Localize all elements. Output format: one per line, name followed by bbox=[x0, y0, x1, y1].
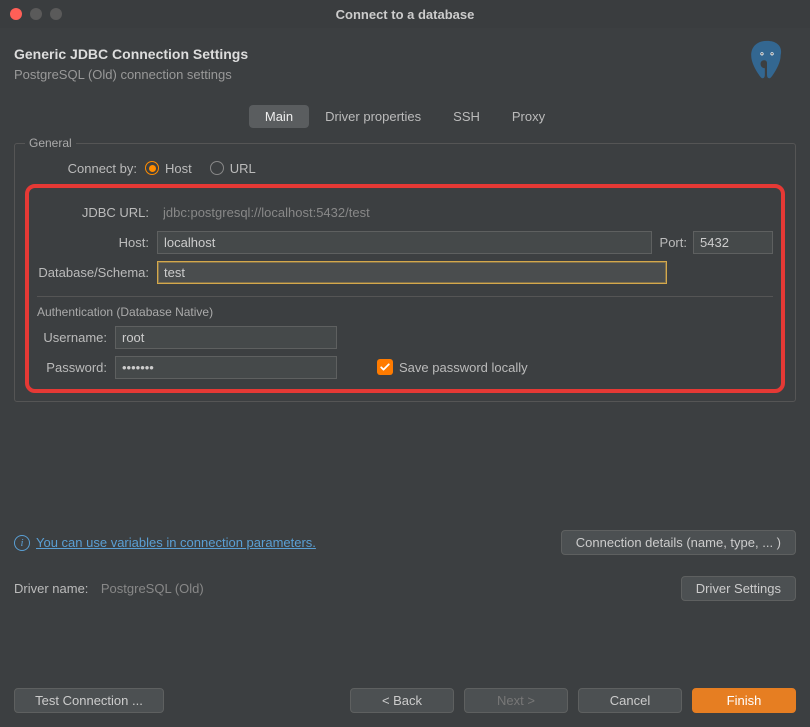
postgresql-logo-icon bbox=[744, 38, 790, 89]
radio-off-icon bbox=[210, 161, 224, 175]
username-field[interactable] bbox=[115, 326, 337, 349]
password-field[interactable] bbox=[115, 356, 337, 379]
connect-by-host-label: Host bbox=[165, 161, 192, 176]
connect-by-label: Connect by: bbox=[25, 161, 145, 176]
dialog-header: Generic JDBC Connection Settings Postgre… bbox=[0, 28, 810, 99]
auth-group: Authentication (Database Native) Usernam… bbox=[37, 296, 773, 379]
port-label: Port: bbox=[660, 235, 687, 250]
database-field[interactable] bbox=[157, 261, 667, 284]
host-label: Host: bbox=[37, 235, 157, 250]
minimize-window-icon bbox=[30, 8, 42, 20]
auth-legend: Authentication (Database Native) bbox=[37, 305, 773, 319]
driver-name-label: Driver name: bbox=[14, 581, 88, 596]
dialog-footer: Test Connection ... < Back Next > Cancel… bbox=[14, 688, 796, 713]
maximize-window-icon bbox=[50, 8, 62, 20]
save-password-checkbox[interactable]: Save password locally bbox=[377, 359, 528, 375]
tab-main[interactable]: Main bbox=[249, 105, 309, 128]
titlebar: Connect to a database bbox=[0, 0, 810, 28]
tab-driver-properties[interactable]: Driver properties bbox=[309, 105, 437, 128]
connect-by-host-radio[interactable]: Host bbox=[145, 161, 192, 176]
general-group: General Connect by: Host URL JDBC URL: bbox=[14, 136, 796, 402]
highlighted-section: JDBC URL: Host: Port: Database/Schema: A… bbox=[25, 184, 785, 393]
back-button[interactable]: < Back bbox=[350, 688, 454, 713]
cancel-button[interactable]: Cancel bbox=[578, 688, 682, 713]
connect-by-url-label: URL bbox=[230, 161, 256, 176]
jdbc-url-label: JDBC URL: bbox=[37, 205, 157, 220]
port-field[interactable] bbox=[693, 231, 773, 254]
window-title: Connect to a database bbox=[10, 7, 800, 22]
checkbox-checked-icon bbox=[377, 359, 393, 375]
database-label: Database/Schema: bbox=[37, 265, 157, 280]
page-title: Generic JDBC Connection Settings bbox=[14, 46, 248, 62]
tab-bar: Main Driver properties SSH Proxy bbox=[0, 105, 810, 128]
page-subtitle: PostgreSQL (Old) connection settings bbox=[14, 67, 248, 82]
tab-ssh[interactable]: SSH bbox=[437, 105, 496, 128]
username-label: Username: bbox=[37, 330, 115, 345]
driver-name-value: PostgreSQL (Old) bbox=[101, 581, 204, 596]
password-label: Password: bbox=[37, 360, 115, 375]
connection-details-button[interactable]: Connection details (name, type, ... ) bbox=[561, 530, 796, 555]
finish-button[interactable]: Finish bbox=[692, 688, 796, 713]
window-controls bbox=[10, 8, 62, 20]
radio-on-icon bbox=[145, 161, 159, 175]
host-field[interactable] bbox=[157, 231, 652, 254]
jdbc-url-field bbox=[157, 201, 773, 224]
close-window-icon[interactable] bbox=[10, 8, 22, 20]
info-icon: i bbox=[14, 535, 30, 551]
connect-by-url-radio[interactable]: URL bbox=[210, 161, 256, 176]
general-legend: General bbox=[25, 136, 76, 150]
test-connection-button[interactable]: Test Connection ... bbox=[14, 688, 164, 713]
tab-proxy[interactable]: Proxy bbox=[496, 105, 561, 128]
driver-settings-button[interactable]: Driver Settings bbox=[681, 576, 796, 601]
variables-link[interactable]: You can use variables in connection para… bbox=[36, 535, 316, 550]
next-button: Next > bbox=[464, 688, 568, 713]
save-password-label: Save password locally bbox=[399, 360, 528, 375]
